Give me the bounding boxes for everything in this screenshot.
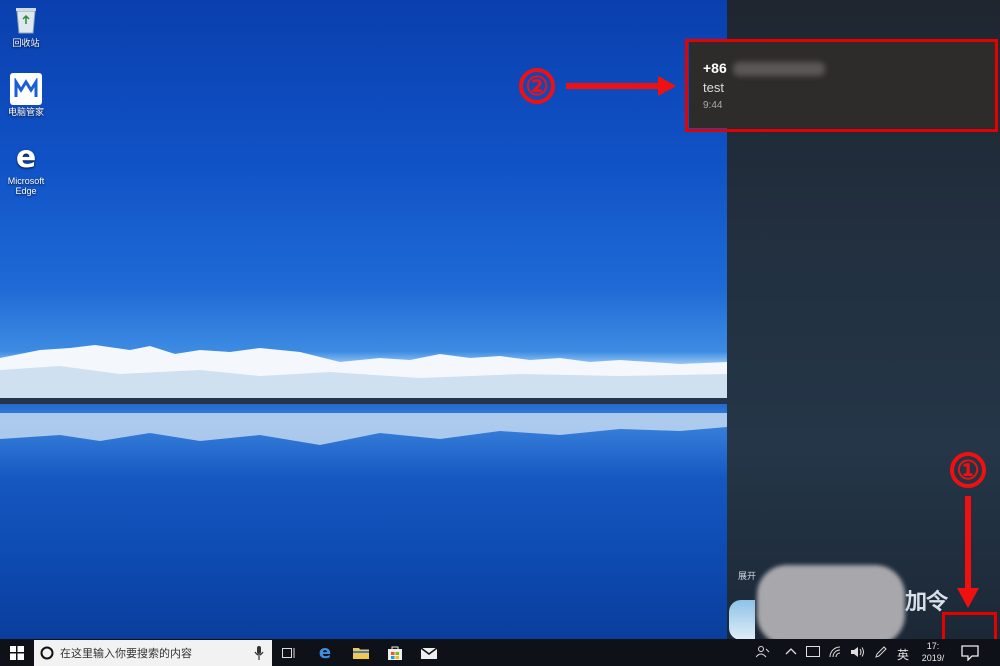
- edge-icon: e: [15, 140, 37, 175]
- action-center-button[interactable]: [955, 639, 985, 666]
- folder-icon: [353, 648, 369, 659]
- expand-link[interactable]: 展开: [738, 569, 756, 582]
- notification-speech-bubble-icon: [961, 644, 979, 661]
- notification-highlight-box: [685, 39, 998, 132]
- arrow-right-icon: [566, 76, 676, 96]
- desktop-icon-label: 回收站: [12, 38, 40, 48]
- arrow-down-icon: [957, 496, 979, 608]
- taskbar-mail-button[interactable]: [418, 639, 440, 666]
- volume-icon[interactable]: [851, 646, 865, 661]
- taskbar-file-explorer-button[interactable]: [350, 639, 372, 666]
- desktop-icon-label: Microsoft Edge: [7, 176, 45, 196]
- step-2-marker: ②: [519, 68, 555, 104]
- quick-action-tile-label: 加令: [905, 589, 948, 614]
- chevron-up-icon[interactable]: [785, 646, 797, 659]
- desktop-icon-label: 电脑管家: [7, 107, 44, 117]
- search-placeholder: 在这里输入你要搜索的内容: [60, 648, 192, 660]
- windows-logo-icon: [10, 645, 24, 660]
- edge-icon: e: [318, 642, 332, 663]
- notification-thumbnail: [729, 600, 755, 640]
- task-view-icon: [282, 647, 295, 658]
- taskbar-clock[interactable]: 17: 2019/: [916, 640, 950, 664]
- taskbar-store-button[interactable]: [384, 639, 406, 666]
- taskbar-search-box[interactable]: 在这里输入你要搜索的内容: [34, 640, 272, 666]
- desktop-icon-recycle-bin[interactable]: 回收站: [2, 4, 50, 48]
- taskbar-edge-button[interactable]: e: [314, 639, 336, 666]
- people-icon[interactable]: [755, 646, 770, 661]
- start-button[interactable]: [0, 639, 34, 666]
- store-bag-icon: [388, 646, 402, 660]
- recycle-bin-icon: [10, 4, 42, 36]
- mail-icon: [421, 646, 437, 659]
- cortana-circle-icon: [40, 646, 54, 660]
- mountain-range: [0, 345, 727, 404]
- desktop-icon-pc-manager[interactable]: 电脑管家: [2, 73, 50, 117]
- tablet-icon[interactable]: [806, 646, 820, 660]
- clock-date: 2019/: [921, 653, 945, 663]
- pen-icon[interactable]: [875, 646, 887, 661]
- redacted-area: [757, 565, 905, 645]
- desktop-icon-edge[interactable]: e Microsoft Edge: [2, 140, 50, 197]
- input-language-indicator[interactable]: 英: [897, 646, 909, 663]
- task-view-button[interactable]: [278, 639, 300, 666]
- pc-manager-icon: [10, 73, 42, 105]
- lake-reflection: [0, 413, 727, 445]
- microphone-icon[interactable]: [254, 646, 264, 660]
- step-1-marker: ①: [950, 452, 986, 488]
- network-icon[interactable]: [829, 646, 843, 661]
- clock-time: 17:: [926, 641, 940, 651]
